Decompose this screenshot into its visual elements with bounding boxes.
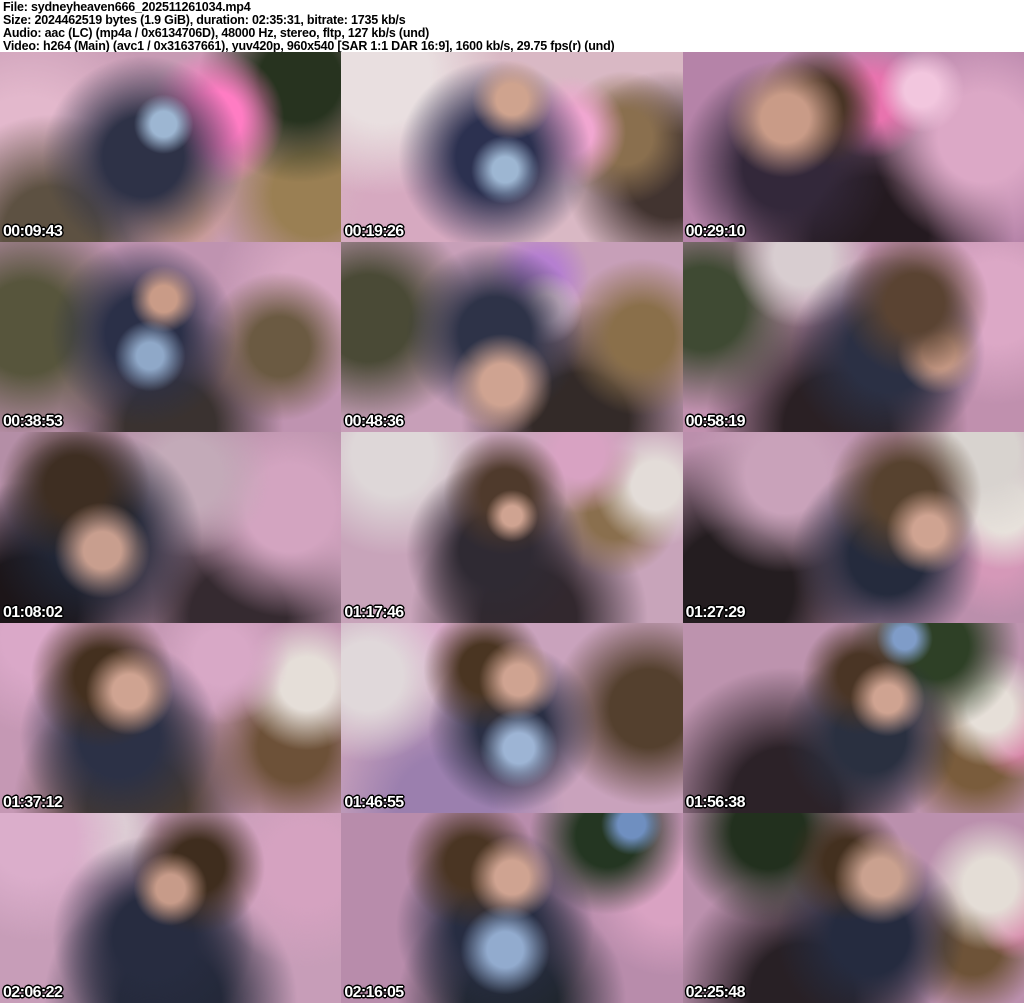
timestamp-label: 00:09:43 — [3, 223, 63, 241]
video-thumbnail: 01:56:38 — [682, 622, 1024, 813]
timestamp-label: 00:38:53 — [3, 413, 63, 431]
file-metadata-header: File: sydneyheaven666_202511261034.mp4 S… — [0, 0, 1024, 53]
video-thumbnail: 01:08:02 — [0, 432, 342, 623]
video-thumbnail: 00:38:53 — [0, 242, 342, 433]
timestamp-label: 01:46:55 — [344, 793, 404, 811]
video-thumbnail: 02:16:05 — [341, 812, 683, 1003]
timestamp-label: 01:08:02 — [3, 603, 63, 621]
timestamp-label: 00:19:26 — [344, 223, 404, 241]
video-thumbnail: 01:27:29 — [682, 432, 1024, 623]
video-thumbnail: 01:37:12 — [0, 622, 342, 813]
video-thumbnail: 00:58:19 — [682, 242, 1024, 433]
timestamp-label: 01:56:38 — [685, 793, 746, 811]
timestamp-label: 00:48:36 — [344, 413, 404, 431]
video-thumbnail: 02:06:22 — [0, 812, 342, 1003]
video-thumbnail: 00:09:43 — [0, 52, 342, 243]
timestamp-label: 01:37:12 — [3, 793, 63, 811]
timestamp-label: 02:16:05 — [344, 983, 404, 1001]
timestamp-label: 02:25:48 — [685, 983, 746, 1001]
video-thumbnail: 00:19:26 — [341, 52, 683, 243]
video-thumbnail: 00:29:10 — [682, 52, 1024, 243]
timestamp-label: 01:17:46 — [344, 603, 404, 621]
video-thumbnail: 01:17:46 — [341, 432, 683, 623]
timestamp-label: 00:58:19 — [685, 413, 746, 431]
video-thumbnail: 01:46:55 — [341, 622, 683, 813]
timestamp-label: 02:06:22 — [3, 983, 63, 1001]
timestamp-label: 01:27:29 — [685, 603, 746, 621]
video-thumbnail: 00:48:36 — [341, 242, 683, 433]
timestamp-label: 00:29:10 — [685, 223, 746, 241]
video-thumbnail: 02:25:48 — [682, 812, 1024, 1003]
thumbnail-grid: 00:09:43 00:19:26 00:29:10 00:38:53 00:48:36… — [0, 52, 1024, 1003]
contact-sheet: File: sydneyheaven666_202511261034.mp4 S… — [0, 0, 1024, 1003]
